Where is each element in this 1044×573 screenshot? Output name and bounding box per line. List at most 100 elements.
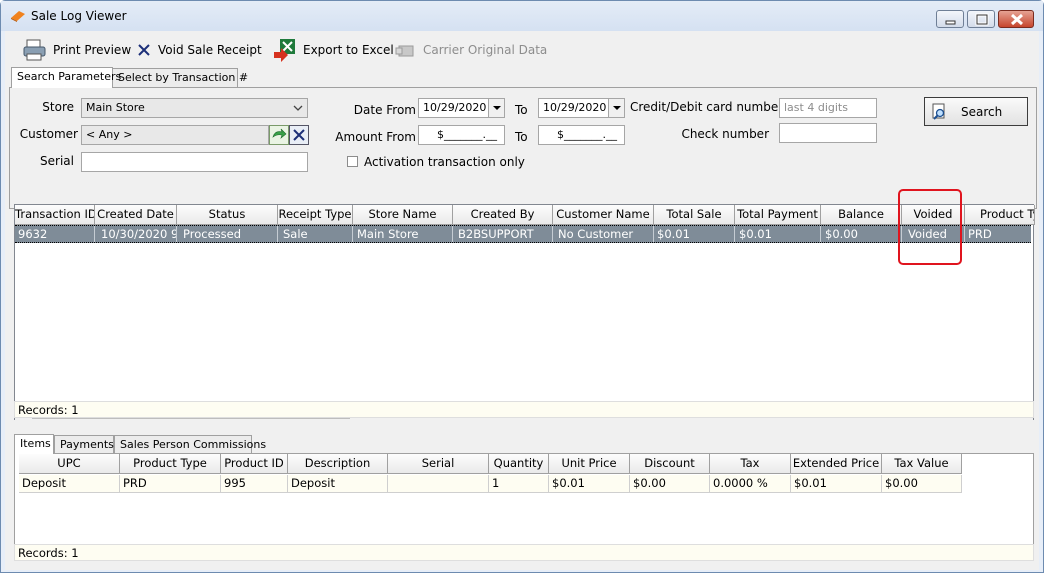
check-number-label: Check number [681, 127, 769, 141]
carrier-original-data-button[interactable]: Carrier Original Data [395, 37, 547, 63]
app-icon [11, 11, 25, 22]
col-created-by[interactable]: Created By [453, 205, 553, 225]
card-number-input[interactable]: last 4 digits [779, 98, 877, 118]
cell-product-id: 995 [221, 475, 288, 493]
export-excel-label: Export to Excel [303, 43, 394, 57]
col-serial[interactable]: Serial [388, 454, 489, 474]
tab-sales-person-commissions[interactable]: Sales Person Commissions [114, 435, 266, 455]
clear-x-icon [293, 129, 305, 141]
dropdown-triangle-icon [613, 106, 621, 110]
col-item-product-type[interactable]: Product Type [120, 454, 221, 474]
check-number-input[interactable] [779, 123, 877, 143]
col-created-date[interactable]: Created Date [95, 205, 177, 225]
search-parameters-panel: Store Main Store Customer < Any > Serial… [9, 87, 1037, 209]
maximize-icon [975, 13, 989, 26]
customer-field[interactable]: < Any > [81, 125, 269, 145]
export-excel-button[interactable]: Export to Excel [273, 37, 394, 63]
cell-upc: Deposit [19, 475, 120, 493]
date-from-label: Date From [353, 103, 416, 117]
tab-payments[interactable]: Payments [54, 435, 114, 455]
cell-unit-price: $0.01 [549, 475, 630, 493]
col-voided[interactable]: Voided [902, 205, 965, 225]
amount-to-value: $_______.__ [557, 128, 617, 141]
void-sale-receipt-button[interactable]: Void Sale Receipt [136, 37, 262, 63]
col-product-id[interactable]: Product ID [221, 454, 288, 474]
cell-tax: 0.0000 % [710, 475, 791, 493]
cell-product-type: PRD [968, 227, 992, 241]
customer-select-button[interactable] [269, 125, 289, 145]
activation-checkbox[interactable] [347, 156, 358, 167]
toolbar: Print Preview Void Sale Receipt Export t… [5, 31, 1039, 67]
cell-balance: $0.00 [821, 226, 902, 242]
search-icon [932, 103, 945, 120]
void-sale-receipt-label: Void Sale Receipt [158, 43, 262, 57]
col-tax[interactable]: Tax [710, 454, 791, 474]
customer-value: < Any > [86, 128, 133, 141]
cell-discount: $0.00 [630, 475, 710, 493]
store-label: Store [42, 100, 74, 114]
table-row[interactable]: Deposit PRD 995 Deposit 1 $0.01 $0.00 0.… [19, 475, 962, 493]
date-to-dropdown[interactable] [608, 99, 624, 117]
cell-description: Deposit [288, 475, 388, 493]
date-to-label: To [515, 103, 528, 117]
maximize-button[interactable] [967, 10, 995, 28]
activation-label: Activation transaction only [364, 155, 525, 169]
cell-voided: Voided [902, 226, 965, 242]
sale-log-viewer-window: Sale Log Viewer Print Preview Void Sale … [0, 0, 1044, 573]
cell-quantity: 1 [489, 475, 549, 493]
col-total-payment[interactable]: Total Payment [735, 205, 821, 225]
cell-transaction-id: 9632 [15, 226, 95, 242]
col-product-type[interactable]: Product Ty [965, 205, 1035, 225]
customer-clear-button[interactable] [289, 125, 309, 145]
carrier-original-data-label: Carrier Original Data [423, 43, 548, 57]
search-button[interactable]: Search [924, 97, 1028, 126]
print-preview-button[interactable]: Print Preview [23, 37, 131, 63]
cell-store-name: Main Store [353, 226, 453, 242]
col-total-sale[interactable]: Total Sale [654, 205, 735, 225]
col-status[interactable]: Status [177, 205, 278, 225]
void-x-icon [138, 44, 150, 56]
col-balance[interactable]: Balance [821, 205, 902, 225]
minimize-icon [945, 20, 956, 25]
transactions-records-count: Records: 1 [14, 401, 1034, 418]
cell-customer-name: No Customer [553, 226, 654, 242]
tab-items[interactable]: Items [14, 434, 54, 454]
date-from-dropdown[interactable] [488, 99, 504, 117]
cell-item-product-type: PRD [120, 475, 221, 493]
items-records-count: Records: 1 [14, 544, 1034, 561]
date-from-picker[interactable]: 10/29/2020 [418, 98, 505, 118]
cell-total-payment: $0.01 [735, 226, 821, 242]
col-quantity[interactable]: Quantity [489, 454, 549, 474]
col-customer-name[interactable]: Customer Name [553, 205, 654, 225]
tab-select-by-transaction[interactable]: Select by Transaction # [112, 68, 248, 88]
cell-created-date: 10/30/2020 9: [95, 226, 177, 242]
col-discount[interactable]: Discount [630, 454, 710, 474]
date-to-value: 10/29/2020 [543, 101, 607, 114]
carrier-data-icon [395, 45, 414, 57]
col-unit-price[interactable]: Unit Price [549, 454, 630, 474]
serial-input[interactable] [81, 152, 308, 172]
minimize-button[interactable] [936, 10, 964, 28]
print-preview-label: Print Preview [53, 43, 132, 57]
store-select[interactable]: Main Store [81, 98, 308, 118]
amount-from-input[interactable]: $_______.__ [418, 125, 505, 145]
amount-to-input[interactable]: $_______.__ [538, 125, 625, 145]
col-extended-price[interactable]: Extended Price [791, 454, 882, 474]
cell-created-by: B2BSUPPORT [453, 226, 553, 242]
date-to-picker[interactable]: 10/29/2020 [538, 98, 625, 118]
search-button-label: Search [961, 104, 1003, 119]
col-transaction-id[interactable]: Transaction ID [15, 205, 95, 225]
tab-search-parameters[interactable]: Search Parameters [11, 67, 121, 88]
close-button[interactable] [998, 10, 1034, 28]
col-upc[interactable]: UPC [19, 454, 120, 474]
transactions-grid: Transaction ID Created Date Status Recei… [14, 204, 1035, 420]
col-store-name[interactable]: Store Name [353, 205, 453, 225]
client-area: Print Preview Void Sale Receipt Export t… [5, 31, 1039, 570]
cell-extended-price: $0.01 [791, 475, 882, 493]
col-description[interactable]: Description [288, 454, 388, 474]
chevron-down-icon [293, 105, 303, 111]
card-number-placeholder: last 4 digits [784, 101, 848, 114]
col-tax-value[interactable]: Tax Value [882, 454, 962, 474]
table-row[interactable]: 9632 10/30/2020 9: Processed Sale Main S… [15, 225, 1031, 243]
col-receipt-type[interactable]: Receipt Type [278, 205, 353, 225]
